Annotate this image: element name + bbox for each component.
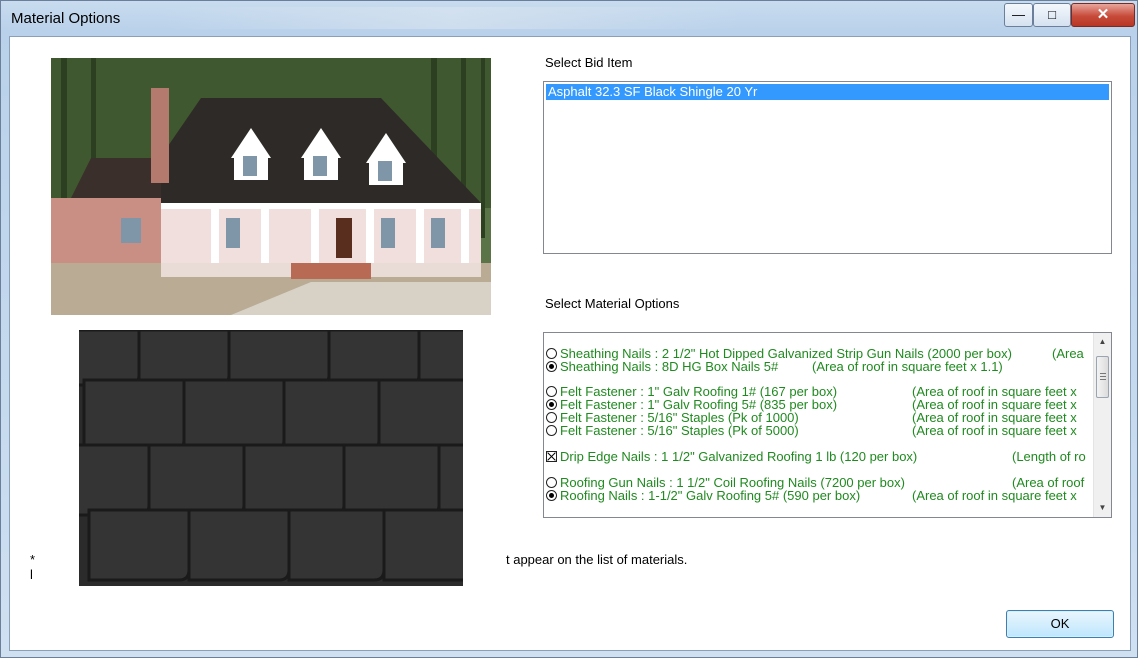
close-icon: ✕ (1096, 6, 1110, 23)
option-text: Sheathing Nails : 8D HG Box Nails 5# (560, 359, 779, 374)
option-area-text: (Area of roof in square feet x 1.1) (812, 359, 1003, 374)
bid-item-listbox[interactable]: Asphalt 32.3 SF Black Shingle 20 Yr (543, 81, 1112, 254)
vertical-scrollbar[interactable]: ▲ ▼ (1093, 333, 1111, 517)
grip-line (1100, 373, 1106, 374)
radio-button[interactable] (546, 386, 557, 397)
select-material-options-label: Select Material Options (545, 296, 680, 311)
material-options-window: Material Options — □ ✕ Select Bid Item A… (0, 0, 1138, 658)
option-area-text: (Length of ro (1012, 449, 1086, 464)
checkbox-checked[interactable] (546, 451, 557, 462)
option-area-text: (Area of roof in square feet x (912, 423, 1077, 438)
note-asterisk: * (30, 552, 36, 567)
option-area-text: (Area (1052, 346, 1084, 361)
maximize-icon: □ (1048, 7, 1056, 22)
dialog-body: Select Bid Item Asphalt 32.3 SF Black Sh… (9, 36, 1131, 651)
radio-button[interactable] (546, 477, 557, 488)
ok-button[interactable]: OK (1006, 610, 1114, 638)
house-illustration (51, 58, 491, 315)
option-text: Felt Fastener : 5/16" Staples (Pk of 500… (560, 423, 799, 438)
option-row[interactable]: Felt Fastener : 5/16" Staples (Pk of 500… (546, 423, 1077, 438)
scroll-up-arrow-icon[interactable]: ▲ (1094, 333, 1111, 350)
title-bar-background (161, 7, 741, 29)
option-row[interactable]: Drip Edge Nails : 1 1/2" Galvanized Roof… (546, 449, 1086, 464)
grip-line (1100, 376, 1106, 377)
select-bid-item-label: Select Bid Item (545, 55, 633, 70)
minimize-icon: — (1012, 7, 1025, 22)
option-text: Roofing Nails : 1-1/2" Galv Roofing 5# (… (560, 488, 861, 503)
radio-button-selected[interactable] (546, 399, 557, 410)
title-bar: Material Options — □ ✕ (1, 1, 1137, 35)
option-area-text: (Area of roof in square feet x (912, 488, 1077, 503)
shingle-photo (79, 330, 463, 586)
grip-line (1100, 379, 1106, 380)
option-text: Drip Edge Nails : 1 1/2" Galvanized Roof… (560, 449, 918, 464)
radio-button-selected[interactable] (546, 361, 557, 372)
radio-button[interactable] (546, 425, 557, 436)
option-row[interactable]: Roofing Nails : 1-1/2" Galv Roofing 5# (… (546, 488, 1077, 503)
window-title: Material Options (11, 10, 121, 27)
material-options-list[interactable]: Sheathing Nails : 2 1/2" Hot Dipped Galv… (543, 332, 1112, 518)
radio-button-selected[interactable] (546, 490, 557, 501)
option-row[interactable]: Sheathing Nails : 8D HG Box Nails 5# (Are… (546, 359, 1003, 374)
shingle-texture (79, 330, 463, 586)
note-text: t appear on the list of materials. (506, 552, 688, 567)
house-photo (51, 58, 491, 315)
scroll-down-arrow-icon[interactable]: ▼ (1094, 499, 1111, 516)
close-button[interactable]: ✕ (1071, 3, 1135, 27)
note-bar: l (30, 567, 33, 582)
bid-item-selected[interactable]: Asphalt 32.3 SF Black Shingle 20 Yr (546, 84, 1109, 100)
radio-button[interactable] (546, 348, 557, 359)
radio-button[interactable] (546, 412, 557, 423)
minimize-button[interactable]: — (1004, 3, 1033, 27)
maximize-button[interactable]: □ (1033, 3, 1071, 27)
scrollbar-thumb[interactable] (1096, 356, 1109, 398)
